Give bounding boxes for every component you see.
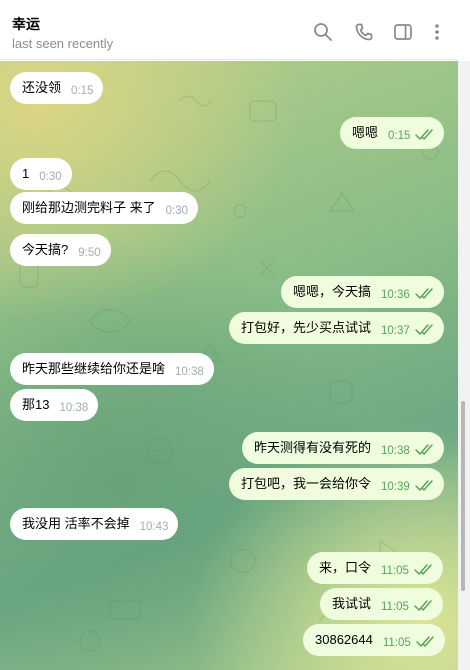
message-text: 打包好，先少买点试试	[241, 320, 372, 335]
message-incoming[interactable]: 刚给那边测完料子 来了 0:30	[10, 192, 199, 224]
read-checkmark-icon	[414, 600, 432, 611]
message-time: 10:43	[139, 521, 169, 533]
message-text: 30862644	[315, 632, 373, 647]
contact-name[interactable]: 幸运	[12, 14, 40, 34]
read-checkmark-icon	[415, 288, 433, 299]
more-options-icon[interactable]	[427, 22, 447, 42]
message-text: 昨天那些继续给你还是啥	[22, 361, 166, 376]
message-outgoing[interactable]: 嗯嗯，今天搞 10:36	[281, 276, 444, 308]
message-incoming[interactable]: 今天搞? 9:50	[10, 234, 111, 266]
read-checkmark-icon	[415, 444, 433, 455]
message-time: 10:37	[381, 325, 410, 337]
read-checkmark-icon	[415, 129, 434, 140]
chat-header: 幸运 last seen recently	[0, 0, 458, 60]
message-time: 0:30	[39, 171, 62, 183]
message-text: 1	[22, 166, 30, 181]
message-text: 我没用 活率不会掉	[22, 516, 130, 531]
message-time: 11:05	[382, 637, 411, 649]
read-checkmark-icon	[414, 564, 432, 575]
message-outgoing[interactable]: 我试试 11:05	[320, 588, 443, 620]
message-time: 11:05	[381, 601, 409, 613]
message-text: 我试试	[332, 596, 372, 611]
message-time: 10:36	[381, 289, 410, 301]
message-text: 刚给那边测完料子 来了	[22, 200, 156, 215]
message-outgoing[interactable]: 来，口令 11:05	[307, 552, 443, 584]
message-time: 10:38	[59, 402, 89, 414]
message-incoming[interactable]: 1 0:30	[10, 158, 72, 190]
message-time: 11:05	[381, 565, 409, 577]
read-checkmark-icon	[415, 480, 433, 491]
message-time: 10:39	[381, 481, 410, 493]
message-time: 10:38	[175, 366, 204, 378]
message-text: 还没领	[22, 80, 62, 95]
read-checkmark-icon	[415, 324, 433, 335]
message-outgoing[interactable]: 30862644 11:05	[303, 624, 445, 656]
read-checkmark-icon	[416, 636, 434, 647]
message-text: 嗯嗯，今天搞	[293, 284, 372, 299]
message-time: 9:50	[78, 247, 101, 259]
chat-scrollbar[interactable]	[458, 61, 470, 670]
phone-icon[interactable]	[354, 22, 374, 42]
message-outgoing[interactable]: 打包好，先少买点试试 10:37	[229, 312, 444, 344]
message-incoming[interactable]: 还没领 0:15	[10, 72, 104, 104]
message-outgoing[interactable]: 昨天测得有没有死的 10:38	[242, 432, 444, 464]
message-incoming[interactable]: 那13 10:38	[10, 389, 99, 421]
message-time: 10:38	[381, 445, 410, 457]
message-incoming[interactable]: 我没用 活率不会掉 10:43	[10, 508, 179, 540]
message-outgoing[interactable]: 打包吧，我一会给你令 10:39	[229, 468, 444, 500]
scrollbar-thumb[interactable]	[461, 401, 465, 591]
message-text: 那13	[22, 397, 50, 412]
message-text: 来，口令	[319, 560, 372, 575]
message-time: 0:15	[71, 85, 94, 97]
sidebar-toggle-icon[interactable]	[393, 22, 413, 42]
message-time: 0:15	[388, 130, 411, 142]
contact-status: last seen recently	[12, 36, 114, 51]
message-text: 嗯嗯	[352, 125, 379, 140]
message-text: 打包吧，我一会给你令	[241, 476, 372, 491]
message-incoming[interactable]: 昨天那些继续给你还是啥 10:38	[10, 353, 214, 385]
search-icon[interactable]	[313, 22, 333, 42]
message-time: 0:30	[165, 205, 189, 217]
message-text: 今天搞?	[22, 242, 69, 257]
message-outgoing[interactable]: 嗯嗯 0:15	[340, 117, 445, 149]
message-text: 昨天测得有没有死的	[254, 440, 372, 455]
